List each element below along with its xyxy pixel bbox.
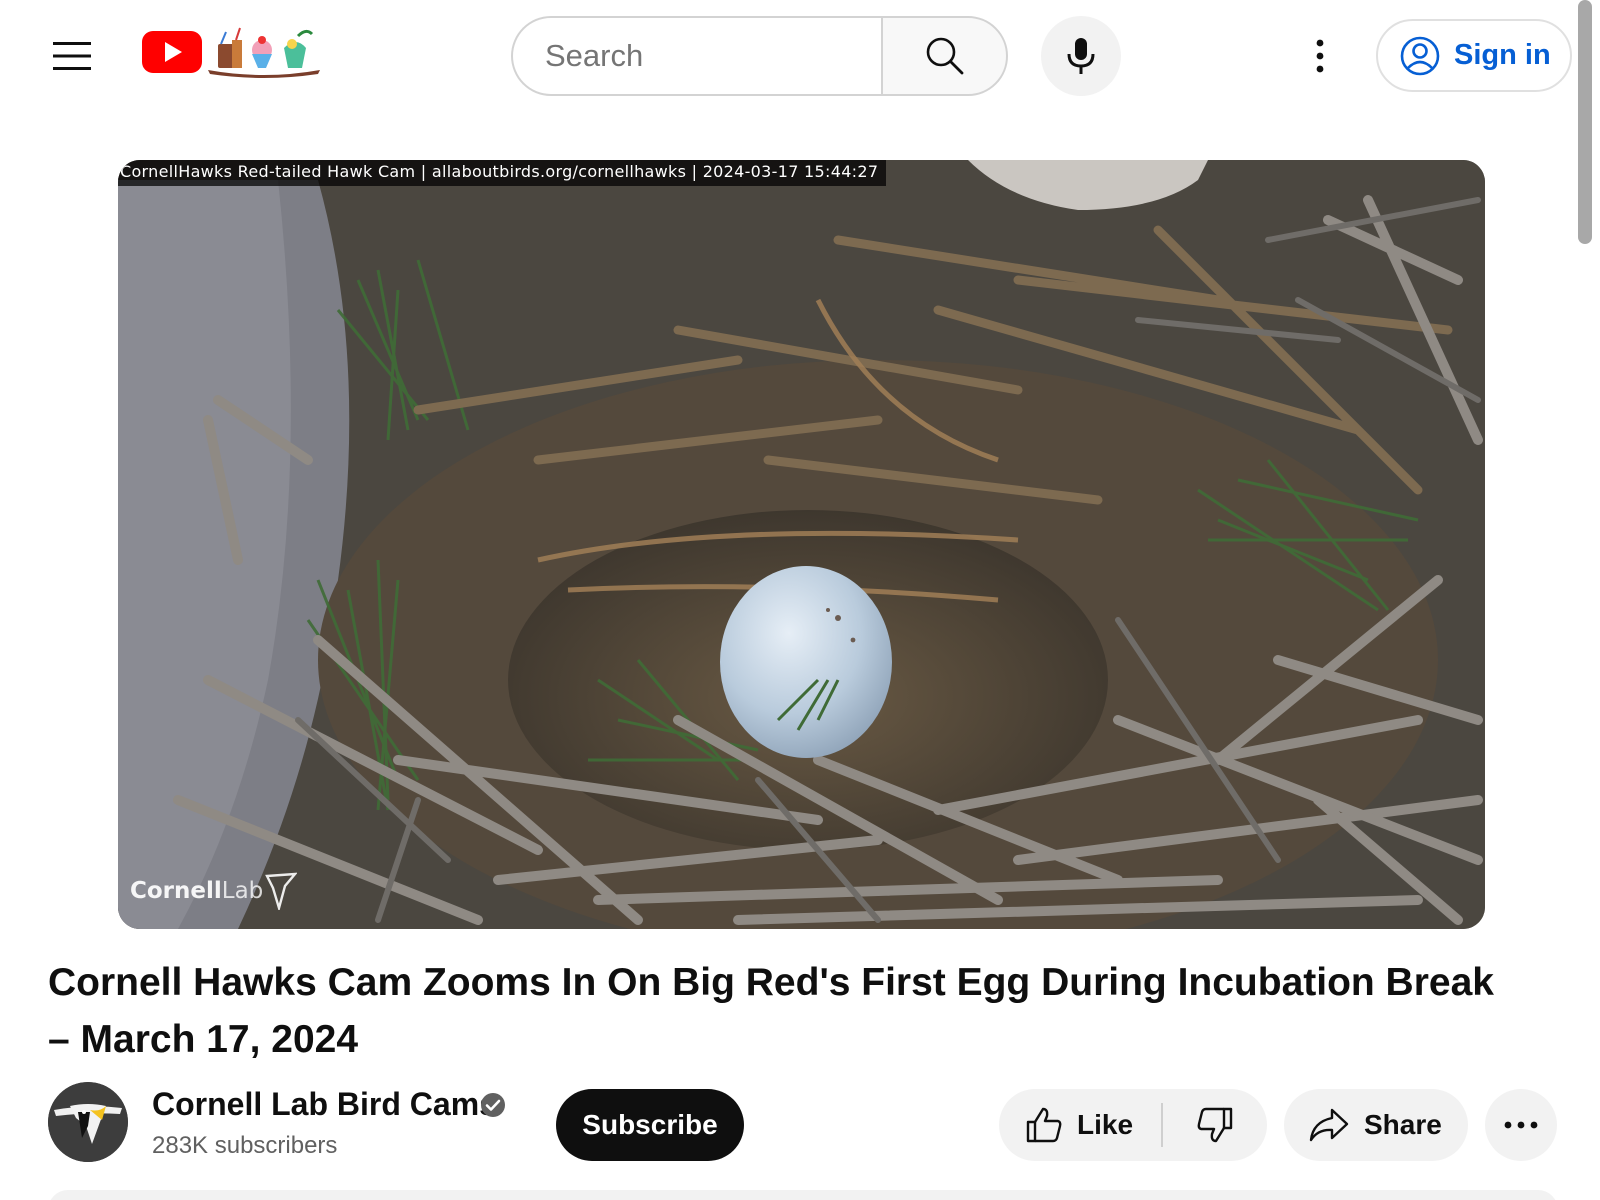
search-button[interactable] [881,16,1008,96]
like-button[interactable]: Like [999,1089,1161,1161]
more-actions-button[interactable] [1485,1089,1557,1161]
share-button[interactable]: Share [1284,1089,1468,1161]
more-horizontal-icon [1504,1121,1538,1129]
channel-avatar-icon [48,1082,128,1162]
guide-menu-button[interactable] [40,24,104,88]
page-scrollbar[interactable] [1570,0,1600,1200]
like-dislike-group: Like [999,1089,1267,1161]
like-label: Like [1077,1109,1134,1140]
thumbs-up-icon [1026,1107,1062,1143]
search-input[interactable] [545,38,865,74]
subscriber-count: 283K subscribers [152,1132,338,1159]
more-vertical-icon [1316,39,1324,73]
seasonal-doodle-icon [208,27,320,78]
scrollbar-thumb[interactable] [1578,0,1592,244]
settings-menu-button[interactable] [1296,24,1344,88]
subscribe-button[interactable]: Subscribe [556,1089,744,1161]
masthead: Sign in [0,0,1600,112]
share-label: Share [1364,1109,1442,1140]
share-arrow-icon [1309,1108,1349,1142]
cornell-lab-watermark: Cornell Lab [130,872,298,910]
youtube-home-logo[interactable] [142,26,322,78]
account-circle-icon [1400,36,1440,75]
voice-search-button[interactable] [1041,16,1121,96]
channel-avatar[interactable] [48,1082,128,1162]
sign-in-label: Sign in [1454,39,1551,71]
video-title: Cornell Hawks Cam Zooms In On Big Red's … [48,961,1494,1061]
watermark-light-text: Lab [221,878,264,904]
video-player[interactable]: CornellHawks Red-tailed Hawk Cam | allab… [118,160,1485,929]
microphone-icon [1067,38,1095,74]
dislike-button[interactable] [1163,1089,1267,1161]
search-box [511,16,881,96]
search-icon [926,37,963,75]
youtube-logo-icon [142,31,202,73]
nest-video-frame [118,160,1485,929]
camera-info-overlay: CornellHawks Red-tailed Hawk Cam | allab… [118,160,887,186]
verified-badge-icon [481,1093,505,1117]
thumbs-down-icon [1197,1107,1233,1143]
sign-in-button[interactable]: Sign in [1376,19,1572,92]
bird-mark-icon [265,872,298,910]
watermark-bold-text: Cornell [130,878,222,904]
channel-name[interactable]: Cornell Lab Bird Cams [152,1086,497,1123]
description-box[interactable] [48,1190,1558,1200]
hamburger-menu-icon [53,42,91,70]
